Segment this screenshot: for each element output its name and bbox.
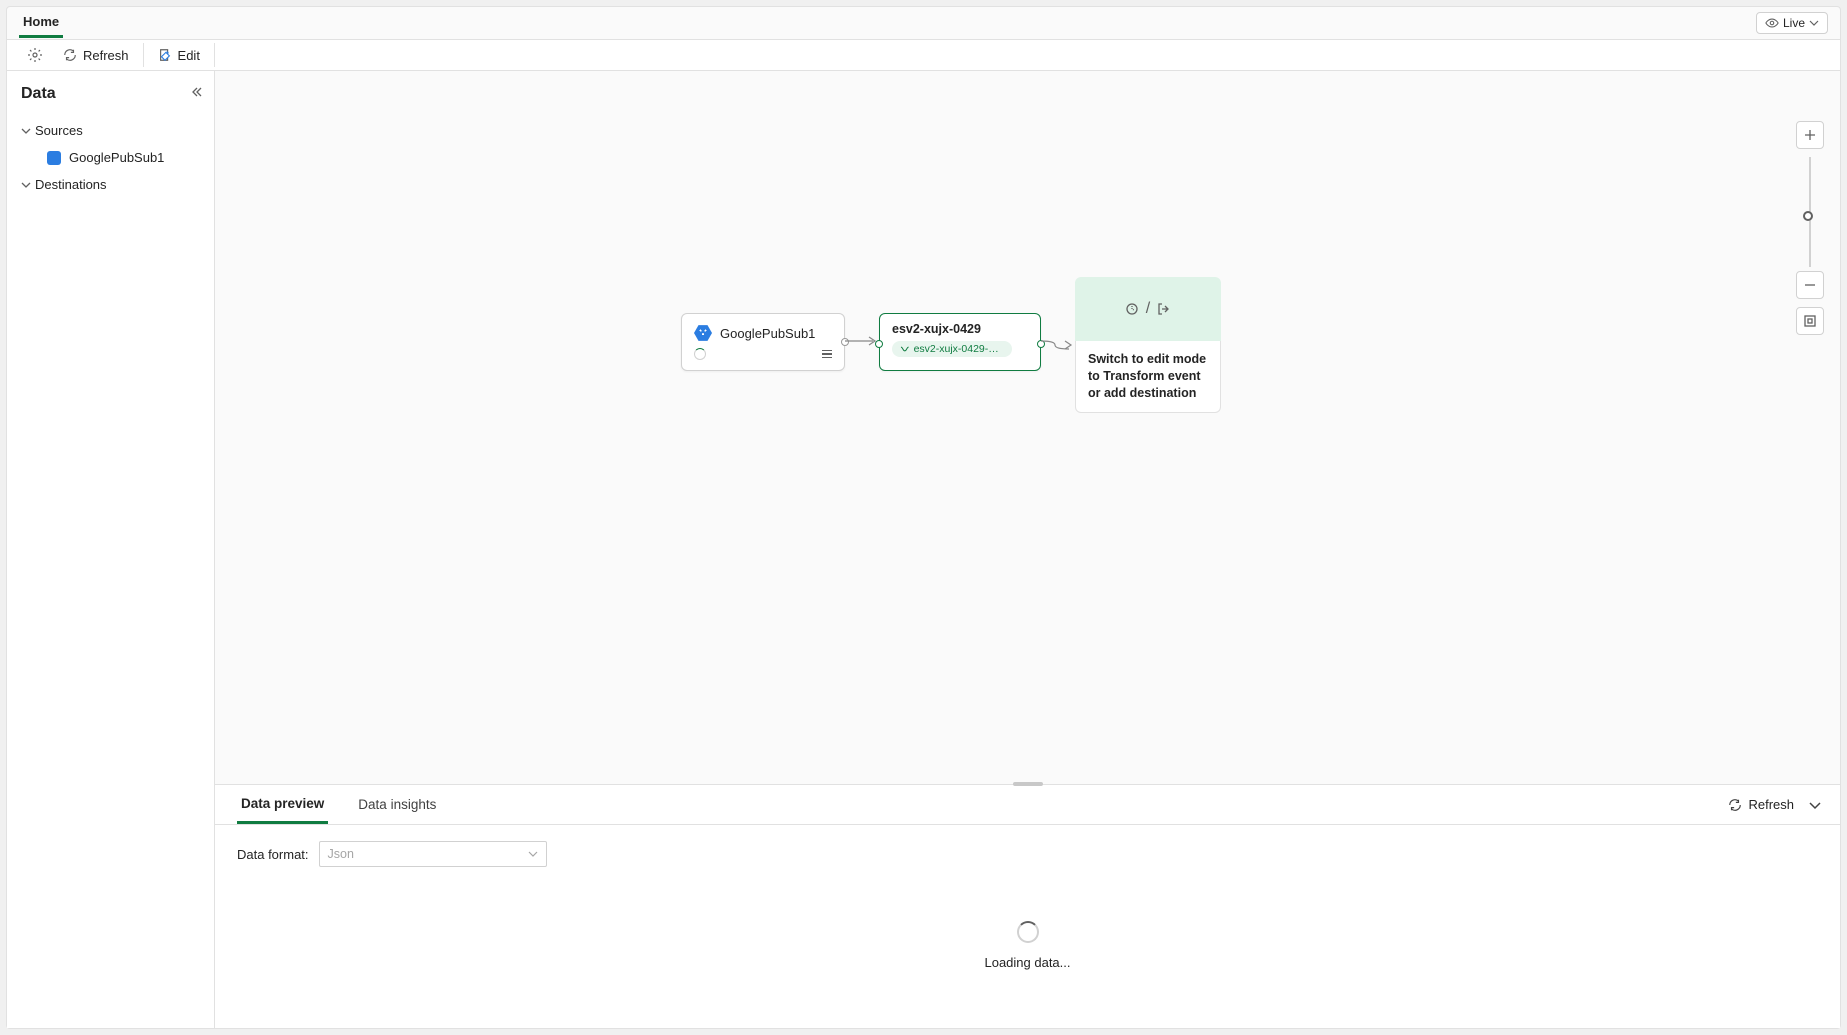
gear-icon [27, 47, 43, 63]
panel-refresh-button[interactable]: Refresh [1728, 797, 1794, 812]
zoom-controls [1796, 121, 1824, 339]
data-format-label: Data format: [237, 847, 309, 862]
refresh-icon [63, 48, 77, 62]
data-format-value: Json [328, 847, 354, 861]
source-item-label: GooglePubSub1 [69, 150, 164, 165]
output-port[interactable] [1037, 340, 1045, 348]
loading-spinner-icon [694, 348, 706, 360]
toolbar: Refresh Edit [7, 39, 1840, 71]
minus-icon [1803, 278, 1817, 292]
fit-view-button[interactable] [1796, 307, 1824, 335]
pubsub-icon [47, 151, 61, 165]
tab-data-insights[interactable]: Data insights [354, 787, 440, 822]
chevron-down-icon [21, 180, 31, 190]
top-tabbar: Home Live [7, 7, 1840, 39]
bottom-panel: Data preview Data insights Refresh [215, 784, 1840, 1028]
data-format-select[interactable]: Json [319, 841, 547, 867]
sources-tree-header[interactable]: Sources [17, 117, 204, 144]
stream-chip[interactable]: esv2-xujx-0429-str... [892, 341, 1012, 357]
tab-data-preview[interactable]: Data preview [237, 786, 328, 824]
loading-spinner-icon [1017, 921, 1039, 943]
stream-node[interactable]: esv2-xujx-0429 esv2-xujx-0429-str... [879, 313, 1041, 371]
eye-icon [1765, 16, 1779, 30]
panel-collapse-button[interactable] [1808, 798, 1822, 812]
chevron-down-icon [1808, 798, 1822, 812]
stream-node-title: esv2-xujx-0429 [892, 322, 1028, 336]
live-mode-button[interactable]: Live [1756, 12, 1828, 34]
output-icon [1156, 301, 1172, 317]
edit-icon [158, 48, 172, 62]
toolbar-separator [143, 43, 144, 67]
chevron-down-icon [21, 126, 31, 136]
zoom-slider[interactable] [1809, 157, 1811, 267]
transform-icon [1124, 301, 1140, 317]
chevron-double-left-icon [190, 85, 204, 99]
edge-stream-to-dest [1041, 331, 1077, 351]
chevron-down-icon [528, 849, 538, 859]
stream-chip-label: esv2-xujx-0429-str... [914, 343, 1004, 355]
input-port[interactable] [875, 340, 883, 348]
destinations-tree-header[interactable]: Destinations [17, 171, 204, 198]
zoom-out-button[interactable] [1796, 271, 1824, 299]
live-mode-label: Live [1783, 16, 1805, 30]
edit-label: Edit [178, 48, 200, 63]
edit-button[interactable]: Edit [148, 44, 210, 67]
stream-icon [900, 344, 910, 354]
source-item-googlepubsub[interactable]: GooglePubSub1 [17, 144, 204, 171]
sidebar-title: Data [17, 85, 204, 103]
settings-button[interactable] [17, 43, 53, 67]
zoom-slider-handle[interactable] [1803, 211, 1813, 221]
chevron-down-icon [1809, 18, 1819, 28]
destinations-label: Destinations [35, 177, 107, 192]
pubsub-icon [694, 324, 712, 342]
node-menu-button[interactable] [822, 350, 832, 359]
refresh-icon [1728, 798, 1742, 812]
flow-canvas[interactable]: GooglePubSub1 esv2-xujx-0429 esv2-xujx-0… [215, 71, 1840, 784]
refresh-label: Refresh [83, 48, 129, 63]
toolbar-separator-2 [214, 43, 215, 67]
fit-icon [1803, 314, 1817, 328]
tab-home[interactable]: Home [19, 8, 63, 38]
zoom-in-button[interactable] [1796, 121, 1824, 149]
sidebar: Data Sources GooglePubSub1 Destinations [7, 71, 215, 1028]
collapse-sidebar-button[interactable] [190, 85, 204, 99]
destination-placeholder-node[interactable]: / Switch to edit mode to Transform event… [1075, 277, 1221, 425]
sources-label: Sources [35, 123, 83, 138]
plus-icon [1803, 128, 1817, 142]
output-port[interactable] [841, 338, 849, 346]
refresh-button[interactable]: Refresh [53, 44, 139, 67]
loading-text: Loading data... [237, 955, 1818, 970]
separator: / [1146, 300, 1150, 318]
source-node[interactable]: GooglePubSub1 [681, 313, 845, 371]
panel-refresh-label: Refresh [1748, 797, 1794, 812]
source-node-title: GooglePubSub1 [720, 326, 815, 341]
destination-help-text: Switch to edit mode to Transform event o… [1075, 341, 1221, 413]
